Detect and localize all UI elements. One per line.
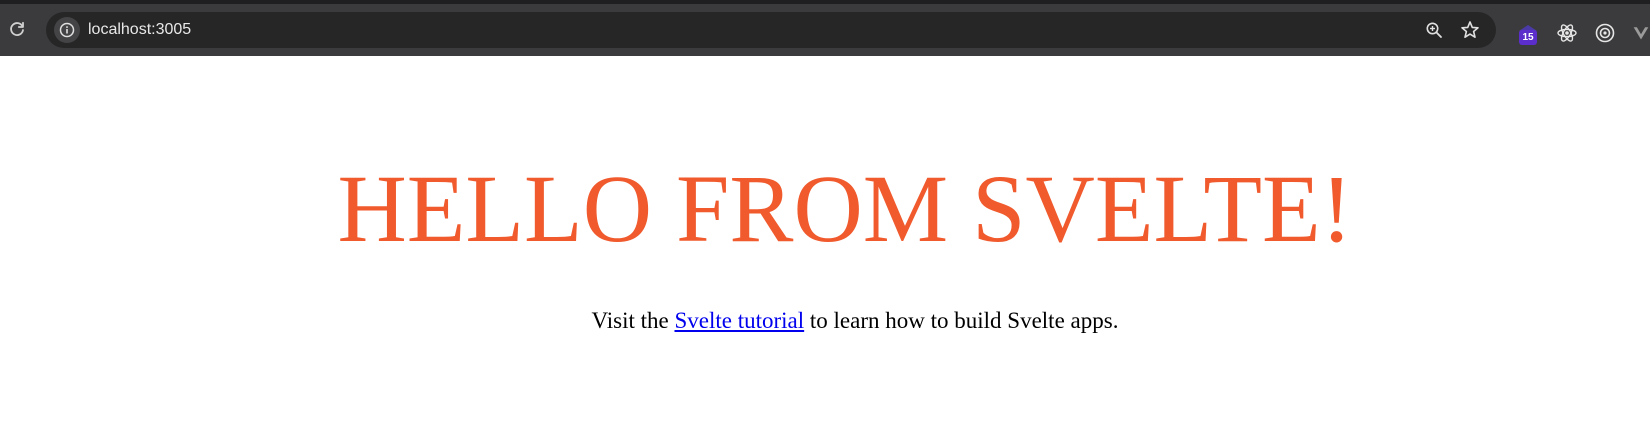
browser-toolbar: localhost:3005 15 bbox=[0, 0, 1650, 56]
reload-icon[interactable] bbox=[6, 18, 28, 40]
star-icon[interactable] bbox=[1460, 20, 1480, 40]
intro-text-after: to learn how to build Svelte apps. bbox=[804, 308, 1119, 333]
url-text[interactable]: localhost:3005 bbox=[88, 20, 191, 40]
address-bar[interactable]: localhost:3005 bbox=[46, 12, 1496, 48]
target-icon[interactable] bbox=[1592, 20, 1618, 46]
info-icon[interactable] bbox=[54, 17, 80, 43]
zoom-in-icon[interactable] bbox=[1424, 20, 1444, 40]
page-title: HELLO FROM SVELTE! bbox=[337, 155, 1353, 262]
intro-paragraph: Visit the Svelte tutorial to learn how t… bbox=[0, 307, 1650, 335]
extension-badge: 15 bbox=[1519, 30, 1537, 45]
vue-devtools-icon[interactable] bbox=[1632, 20, 1650, 46]
page-content: HELLO FROM SVELTE! Visit the Svelte tuto… bbox=[0, 56, 1650, 443]
intro-text-before: Visit the bbox=[591, 308, 675, 333]
react-devtools-icon[interactable] bbox=[1554, 20, 1580, 46]
svelte-tutorial-link[interactable]: Svelte tutorial bbox=[674, 308, 804, 333]
